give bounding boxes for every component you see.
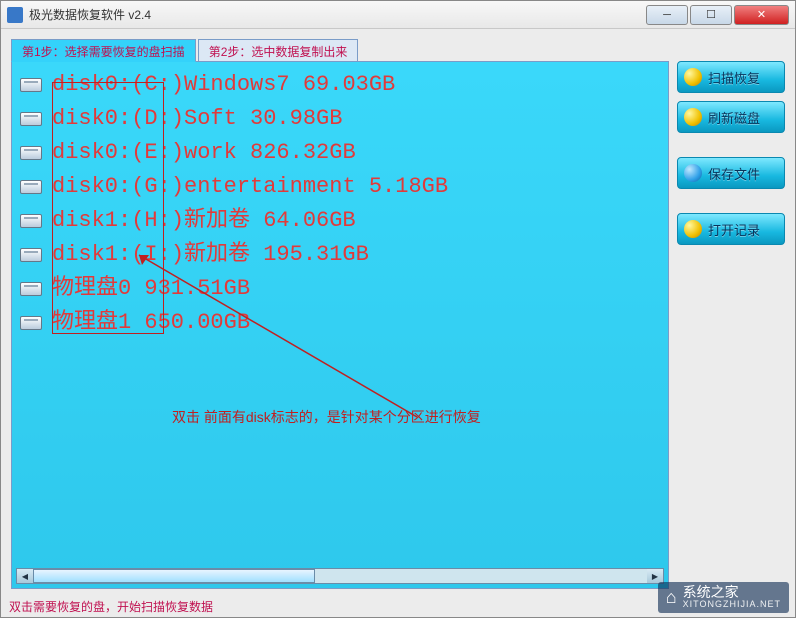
app-icon: [7, 7, 23, 23]
tab-step-1[interactable]: 第1步：选择需要恢复的盘扫描: [11, 39, 196, 62]
disk-icon: [20, 316, 42, 330]
save-icon: [684, 164, 702, 182]
disk-text: disk0:(D:)Soft 30.98GB: [52, 102, 342, 136]
list-item[interactable]: 物理盘1 650.00GB: [20, 306, 660, 340]
magnifier-icon: [684, 68, 702, 86]
disk-icon: [20, 112, 42, 126]
window-title: 极光数据恢复软件 v2.4: [29, 6, 644, 23]
tabs-row: 第1步：选择需要恢复的盘扫描 第2步：选中数据复制出来: [11, 39, 669, 61]
status-bar-text: 双击需要恢复的盘，开始扫描恢复数据: [9, 598, 213, 615]
list-item[interactable]: disk1:(H:)新加卷 64.06GB: [20, 204, 660, 238]
disk-list: disk0:(C:)Windows7 69.03GB disk0:(D:)Sof…: [12, 62, 668, 340]
button-label: 打开记录: [708, 220, 760, 239]
list-item[interactable]: disk1:(I:)新加卷 195.31GB: [20, 238, 660, 272]
list-item[interactable]: disk0:(G:)entertainment 5.18GB: [20, 170, 660, 204]
disk-icon: [20, 214, 42, 228]
house-icon: ⌂: [666, 588, 677, 606]
list-item[interactable]: disk0:(D:)Soft 30.98GB: [20, 102, 660, 136]
watermark: ⌂ 系统之家 XITONGZHIJIA.NET: [658, 582, 789, 613]
save-file-button[interactable]: 保存文件: [677, 157, 785, 189]
disk-text: 物理盘1 650.00GB: [52, 306, 250, 340]
side-panel: 扫描恢复 刷新磁盘 保存文件 打开记录: [677, 39, 785, 589]
watermark-text: 系统之家 XITONGZHIJIA.NET: [683, 585, 781, 610]
disk-text: 物理盘0 931.51GB: [52, 272, 250, 306]
button-label: 保存文件: [708, 164, 760, 183]
disk-icon: [20, 282, 42, 296]
scroll-track[interactable]: [33, 569, 647, 583]
tab-label: 第1步：选择需要恢复的盘扫描: [22, 45, 185, 59]
folder-icon: [684, 220, 702, 238]
scroll-left-button[interactable]: ◀: [17, 569, 33, 583]
disk-text: disk0:(C:)Windows7 69.03GB: [52, 68, 395, 102]
open-record-button[interactable]: 打开记录: [677, 213, 785, 245]
content-area: 第1步：选择需要恢复的盘扫描 第2步：选中数据复制出来 disk0:(C:)Wi…: [1, 29, 795, 599]
scroll-right-button[interactable]: ▶: [647, 569, 663, 583]
scan-recover-button[interactable]: 扫描恢复: [677, 61, 785, 93]
list-item[interactable]: disk0:(E:)work 826.32GB: [20, 136, 660, 170]
refresh-disk-button[interactable]: 刷新磁盘: [677, 101, 785, 133]
refresh-icon: [684, 108, 702, 126]
disk-text: disk0:(E:)work 826.32GB: [52, 136, 356, 170]
disk-text: disk0:(G:)entertainment 5.18GB: [52, 170, 448, 204]
disk-text: disk1:(I:)新加卷 195.31GB: [52, 238, 369, 272]
horizontal-scrollbar[interactable]: ◀ ▶: [16, 568, 664, 584]
disk-icon: [20, 180, 42, 194]
list-item[interactable]: 物理盘0 931.51GB: [20, 272, 660, 306]
disk-icon: [20, 146, 42, 160]
tab-label: 第2步：选中数据复制出来: [209, 45, 348, 59]
disk-text: disk1:(H:)新加卷 64.06GB: [52, 204, 356, 238]
annotation-text: 双击 前面有disk标志的，是针对某个分区进行恢复: [172, 400, 481, 434]
window-controls: ─ ☐ ✕: [644, 5, 789, 25]
list-item[interactable]: disk0:(C:)Windows7 69.03GB: [20, 68, 660, 102]
watermark-main: 系统之家: [683, 585, 781, 600]
button-label: 扫描恢复: [708, 68, 760, 87]
button-label: 刷新磁盘: [708, 108, 760, 127]
watermark-sub: XITONGZHIJIA.NET: [683, 600, 781, 610]
disk-icon: [20, 78, 42, 92]
minimize-button[interactable]: ─: [646, 5, 688, 25]
maximize-button[interactable]: ☐: [690, 5, 732, 25]
disk-list-panel: disk0:(C:)Windows7 69.03GB disk0:(D:)Sof…: [11, 61, 669, 589]
tab-step-2[interactable]: 第2步：选中数据复制出来: [198, 39, 359, 61]
close-button[interactable]: ✕: [734, 5, 789, 25]
scroll-thumb[interactable]: [33, 569, 315, 583]
main-panel: 第1步：选择需要恢复的盘扫描 第2步：选中数据复制出来 disk0:(C:)Wi…: [11, 39, 669, 589]
titlebar: 极光数据恢复软件 v2.4 ─ ☐ ✕: [1, 1, 795, 29]
disk-icon: [20, 248, 42, 262]
